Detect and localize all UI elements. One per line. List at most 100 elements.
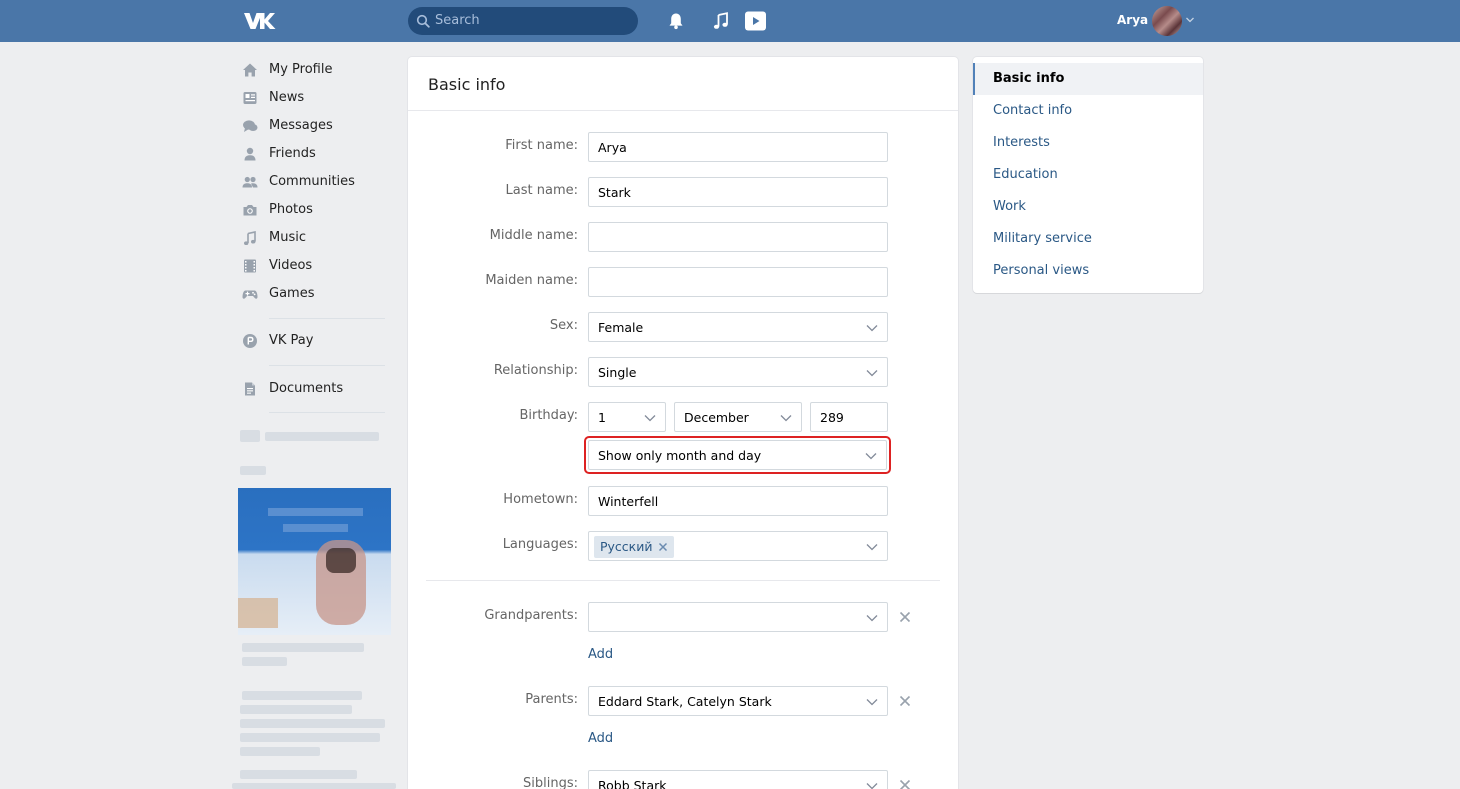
camera-icon	[243, 205, 257, 216]
chevron-down-icon[interactable]	[1185, 16, 1195, 24]
chevron-down-icon	[866, 615, 878, 622]
relationship-value: Single	[598, 365, 637, 380]
birthday-year-field[interactable]: 289	[810, 402, 888, 432]
search-input[interactable]: Search	[408, 7, 638, 35]
first-name-value: Arya	[598, 140, 627, 155]
first-name-field[interactable]: Arya	[588, 132, 888, 162]
menu-item-education[interactable]: Education	[973, 159, 1203, 191]
parents-select[interactable]: Eddard Stark, Catelyn Stark	[588, 686, 888, 716]
film-icon	[244, 259, 256, 273]
sidebar-item-friends[interactable]: Friends	[238, 140, 388, 168]
sidebar-item-communities[interactable]: Communities	[238, 168, 388, 196]
video-play-icon[interactable]	[744, 10, 766, 32]
user-name[interactable]: Arya	[1117, 13, 1148, 27]
grandparents-label: Grandparents:	[484, 608, 578, 623]
blurred-ad-body	[240, 719, 385, 728]
section-divider	[426, 580, 940, 581]
remove-icon[interactable]	[898, 778, 912, 789]
vk-logo-icon[interactable]	[242, 10, 276, 32]
remove-tag-icon[interactable]	[657, 541, 669, 553]
add-grandparent-link[interactable]: Add	[588, 647, 613, 662]
chevron-down-icon	[644, 415, 656, 422]
sidebar-item-vk-pay[interactable]: VK Pay	[238, 327, 388, 355]
sex-select[interactable]: Female	[588, 312, 888, 342]
chevron-down-icon	[866, 783, 878, 789]
menu-item-label: Personal views	[993, 263, 1090, 278]
chevron-down-icon	[866, 370, 878, 377]
languages-label: Languages:	[502, 537, 578, 552]
blurred-ad-text	[240, 466, 266, 475]
panel-header: Basic info	[408, 57, 958, 111]
menu-item-contact-info[interactable]: Contact info	[973, 95, 1203, 127]
sidebar-divider	[269, 318, 385, 319]
siblings-select[interactable]: Robb Stark	[588, 770, 888, 789]
middle-name-field[interactable]	[588, 222, 888, 252]
messages-icon	[243, 120, 258, 132]
sidebar-item-my-profile[interactable]: My Profile	[238, 56, 388, 84]
remove-icon[interactable]	[898, 694, 912, 708]
chevron-down-icon	[866, 699, 878, 706]
relationship-label: Relationship:	[493, 363, 578, 378]
sidebar-item-news[interactable]: News	[238, 84, 388, 112]
menu-item-label: Basic info	[993, 71, 1065, 86]
sidebar-item-label: Music	[269, 230, 306, 245]
menu-item-personal-views[interactable]: Personal views	[973, 255, 1203, 287]
sidebar-item-messages[interactable]: Messages	[238, 112, 388, 140]
sidebar-item-videos[interactable]: Videos	[238, 252, 388, 280]
gamepad-icon	[242, 290, 258, 299]
chevron-down-icon	[866, 544, 878, 551]
last-name-field[interactable]: Stark	[588, 177, 888, 207]
birthday-year-value: 289	[820, 410, 844, 425]
blurred-ad-image[interactable]	[238, 488, 391, 635]
last-name-value: Stark	[598, 185, 631, 200]
grandparents-select[interactable]	[588, 602, 888, 632]
vk-pay-icon	[243, 334, 257, 348]
menu-item-military-service[interactable]: Military service	[973, 223, 1203, 255]
birthday-visibility-select[interactable]: Show only month and day	[588, 440, 887, 470]
languages-select[interactable]: Русский	[588, 531, 888, 561]
relationship-select[interactable]: Single	[588, 357, 888, 387]
birthday-month-value: December	[684, 410, 749, 425]
hometown-field[interactable]: Winterfell	[588, 486, 888, 516]
settings-section-menu: Basic info Contact info Interests Educat…	[973, 57, 1203, 293]
remove-icon[interactable]	[898, 610, 912, 624]
hometown-value: Winterfell	[598, 494, 659, 509]
sidebar-item-label: Games	[269, 286, 315, 301]
language-tag: Русский	[594, 536, 675, 558]
menu-item-basic-info[interactable]: Basic info	[973, 63, 1203, 95]
sidebar-item-label: Friends	[269, 146, 316, 161]
blurred-ad-caption	[242, 657, 287, 666]
add-parent-link[interactable]: Add	[588, 731, 613, 746]
basic-info-panel: Basic info First name: Arya Last name: S…	[408, 57, 958, 789]
blurred-ad-body	[232, 783, 396, 789]
siblings-label: Siblings:	[523, 776, 578, 789]
maiden-name-label: Maiden name:	[485, 273, 578, 288]
chevron-down-icon	[866, 325, 878, 332]
menu-item-label: Work	[993, 199, 1026, 214]
first-name-label: First name:	[505, 138, 578, 153]
maiden-name-field[interactable]	[588, 267, 888, 297]
blurred-ad-body	[240, 705, 352, 714]
sidebar-item-documents[interactable]: Documents	[238, 375, 388, 403]
hometown-label: Hometown:	[503, 492, 578, 507]
sidebar-item-label: Messages	[269, 118, 333, 133]
sidebar-item-label: Documents	[269, 381, 344, 396]
birthday-day-select[interactable]: 1	[588, 402, 666, 432]
friend-icon	[244, 147, 256, 161]
music-note-icon[interactable]	[710, 10, 732, 32]
blurred-ad-body	[240, 770, 357, 779]
last-name-label: Last name:	[505, 183, 578, 198]
top-header: Search Arya	[0, 0, 1460, 42]
sidebar-item-music[interactable]: Music	[238, 224, 388, 252]
blurred-ad-title	[265, 432, 379, 441]
bell-icon[interactable]	[665, 10, 687, 32]
blurred-ad-body	[242, 691, 362, 700]
birthday-month-select[interactable]: December	[674, 402, 802, 432]
home-icon	[243, 63, 257, 77]
menu-item-work[interactable]: Work	[973, 191, 1203, 223]
sidebar-item-games[interactable]: Games	[238, 280, 388, 308]
avatar[interactable]	[1152, 6, 1182, 36]
sidebar-item-label: Photos	[269, 202, 313, 217]
menu-item-interests[interactable]: Interests	[973, 127, 1203, 159]
sidebar-item-photos[interactable]: Photos	[238, 196, 388, 224]
